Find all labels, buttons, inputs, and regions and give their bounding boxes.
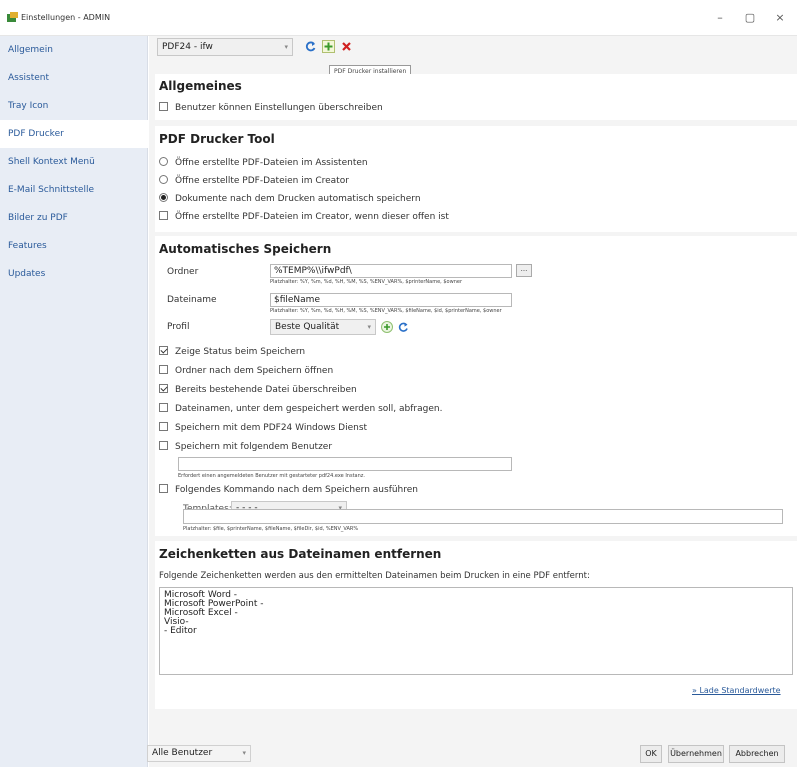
radio-open-in-assistant[interactable]: Öffne erstellte PDF-Dateien im Assistent… bbox=[159, 156, 368, 170]
checkbox-icon bbox=[159, 102, 168, 111]
profile-select-value: Beste Qualität bbox=[275, 322, 340, 332]
strip-line: - Editor bbox=[164, 626, 197, 636]
load-defaults-link[interactable]: » Lade Standardwerte bbox=[692, 686, 781, 695]
content-panel: PDF24 - ifw ▾ PDF Drucker installieren A… bbox=[149, 36, 797, 767]
user-hint: Erfordert einen angemeldeten Benutzer mi… bbox=[178, 473, 365, 479]
folder-label: Ordner bbox=[167, 267, 199, 277]
scope-select[interactable]: Alle Benutzer ▾ bbox=[147, 745, 251, 762]
add-printer-icon[interactable] bbox=[322, 40, 335, 53]
checkbox-save-as-user[interactable]: Speichern mit folgendem Benutzer bbox=[159, 440, 332, 454]
section-title-pdf-tool: PDF Drucker Tool bbox=[159, 132, 275, 146]
chevron-down-icon: ▾ bbox=[284, 43, 288, 51]
checkbox-icon bbox=[159, 484, 168, 493]
scope-select-value: Alle Benutzer bbox=[152, 748, 213, 758]
radio-open-in-creator[interactable]: Öffne erstellte PDF-Dateien im Creator bbox=[159, 174, 349, 188]
filename-placeholder-hint: Platzhalter: %Y, %m, %d, %H, %M, %S, %EN… bbox=[270, 308, 502, 314]
user-input[interactable] bbox=[178, 457, 512, 471]
override-settings-checkbox[interactable]: Benutzer können Einstellungen überschrei… bbox=[159, 101, 383, 115]
cancel-button[interactable]: Abbrechen bbox=[729, 745, 785, 763]
checkbox-checked-icon bbox=[159, 384, 168, 393]
sidebar-item-pdf-drucker[interactable]: PDF Drucker bbox=[0, 120, 148, 148]
refresh-icon[interactable] bbox=[304, 40, 317, 53]
checkbox-checked-icon bbox=[159, 346, 168, 355]
command-input[interactable] bbox=[183, 509, 783, 524]
ok-button[interactable]: OK bbox=[640, 745, 662, 763]
checkbox-icon bbox=[159, 211, 168, 220]
browse-folder-button[interactable]: ... bbox=[516, 264, 532, 277]
strip-strings-textarea[interactable]: Microsoft Word - Microsoft PowerPoint - … bbox=[159, 587, 793, 675]
close-button[interactable]: × bbox=[766, 9, 794, 27]
filename-label: Dateiname bbox=[167, 295, 217, 305]
title-bar: Einstellungen - ADMIN – ▢ × bbox=[0, 0, 797, 36]
checkbox-icon bbox=[159, 365, 168, 374]
add-profile-icon[interactable] bbox=[381, 321, 393, 333]
sidebar-item-email-schnittstelle[interactable]: E-Mail Schnittstelle bbox=[0, 176, 148, 204]
sidebar-item-allgemein[interactable]: Allgemein bbox=[0, 36, 148, 64]
checkbox-open-folder[interactable]: Ordner nach dem Speichern öffnen bbox=[159, 364, 333, 378]
radio-auto-save[interactable]: Dokumente nach dem Drucken automatisch s… bbox=[159, 192, 421, 206]
printer-select[interactable]: PDF24 - ifw ▾ bbox=[157, 38, 293, 56]
radio-checked-icon bbox=[159, 193, 168, 202]
checkbox-show-status[interactable]: Zeige Status beim Speichern bbox=[159, 345, 305, 359]
refresh-profile-icon[interactable] bbox=[397, 321, 409, 333]
radio-icon bbox=[159, 157, 168, 166]
section-allgemeines: Allgemeines Benutzer können Einstellunge… bbox=[155, 74, 797, 120]
command-placeholder-hint: Platzhalter: $file, $printerName, $fileN… bbox=[183, 526, 359, 532]
profile-select[interactable]: Beste Qualität ▾ bbox=[270, 319, 376, 335]
section-title-strip: Zeichenketten aus Dateinamen entfernen bbox=[159, 547, 442, 561]
checkbox-overwrite-existing[interactable]: Bereits bestehende Datei überschreiben bbox=[159, 383, 357, 397]
section-strip-strings: Zeichenketten aus Dateinamen entfernen F… bbox=[155, 541, 797, 709]
checkbox-icon bbox=[159, 441, 168, 450]
profile-label: Profil bbox=[167, 322, 190, 332]
radio-icon bbox=[159, 175, 168, 184]
sidebar-item-tray-icon[interactable]: Tray Icon bbox=[0, 92, 148, 120]
app-icon bbox=[7, 12, 18, 22]
section-auto-save: Automatisches Speichern Ordner %TEMP%\\i… bbox=[155, 236, 797, 536]
checkbox-icon bbox=[159, 422, 168, 431]
checkbox-ask-filename[interactable]: Dateinamen, unter dem gespeichert werden… bbox=[159, 402, 442, 416]
folder-placeholder-hint: Platzhalter: %Y, %m, %d, %H, %M, %S, %EN… bbox=[270, 279, 462, 285]
checkbox-windows-service[interactable]: Speichern mit dem PDF24 Windows Dienst bbox=[159, 421, 367, 435]
printer-select-value: PDF24 - ifw bbox=[162, 42, 213, 52]
section-title-auto-save: Automatisches Speichern bbox=[159, 242, 332, 256]
strip-line: Visio- bbox=[164, 617, 189, 627]
checkbox-run-command[interactable]: Folgendes Kommando nach dem Speichern au… bbox=[159, 483, 418, 497]
footer-bar: Alle Benutzer ▾ OK Übernehmen Abbrechen bbox=[147, 739, 797, 767]
apply-button[interactable]: Übernehmen bbox=[668, 745, 724, 763]
delete-printer-icon[interactable] bbox=[340, 40, 353, 53]
maximize-button[interactable]: ▢ bbox=[736, 9, 764, 27]
sidebar-item-features[interactable]: Features bbox=[0, 232, 148, 260]
strip-description: Folgende Zeichenketten werden aus den er… bbox=[159, 571, 590, 581]
section-title-allgemeines: Allgemeines bbox=[159, 79, 242, 93]
chevron-down-icon: ▾ bbox=[367, 323, 371, 331]
folder-input[interactable]: %TEMP%\\ifwPdf\ bbox=[270, 264, 512, 278]
minimize-button[interactable]: – bbox=[706, 9, 734, 27]
checkbox-open-creator-if-open[interactable]: Öffne erstellte PDF-Dateien im Creator, … bbox=[159, 210, 449, 224]
sidebar-item-assistent[interactable]: Assistent bbox=[0, 64, 148, 92]
printer-toolbar: PDF24 - ifw ▾ PDF Drucker installieren bbox=[149, 36, 797, 78]
section-pdf-drucker-tool: PDF Drucker Tool Öffne erstellte PDF-Dat… bbox=[155, 126, 797, 232]
checkbox-icon bbox=[159, 403, 168, 412]
window-title: Einstellungen - ADMIN bbox=[21, 13, 111, 22]
chevron-down-icon: ▾ bbox=[242, 749, 246, 757]
sidebar-item-updates[interactable]: Updates bbox=[0, 260, 148, 288]
sidebar-item-bilder-zu-pdf[interactable]: Bilder zu PDF bbox=[0, 204, 148, 232]
strip-line: Microsoft PowerPoint - bbox=[164, 599, 264, 609]
sidebar-item-shell-kontext-menu[interactable]: Shell Kontext Menü bbox=[0, 148, 148, 176]
sidebar: Allgemein Assistent Tray Icon PDF Drucke… bbox=[0, 36, 148, 767]
filename-input[interactable]: $fileName bbox=[270, 293, 512, 307]
strip-line: Microsoft Excel - bbox=[164, 608, 238, 618]
